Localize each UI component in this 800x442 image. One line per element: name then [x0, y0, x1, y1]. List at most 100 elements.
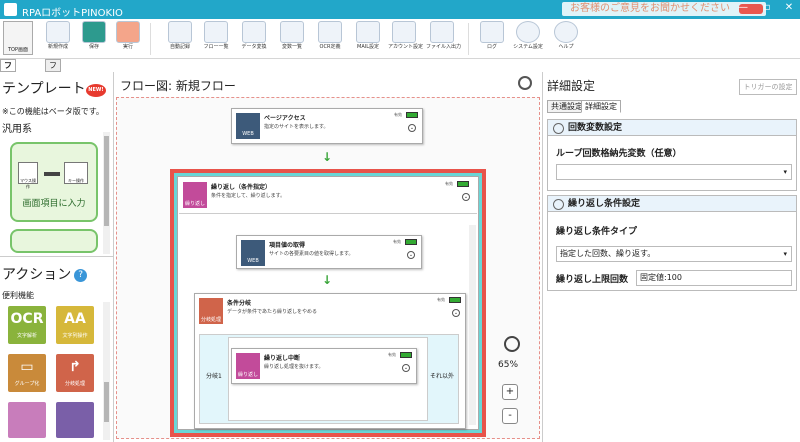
search-icon[interactable]: [518, 76, 532, 90]
dropdown-arrow-icon: ▾: [783, 168, 787, 176]
gear-icon: [516, 21, 540, 43]
ribbon-toolbar: TOP画面 新規作成 保存 実行 自動記録 フロー一覧 データ変換 変数一覧 O…: [0, 19, 800, 59]
new-label: 新規作成: [47, 44, 68, 50]
node-break[interactable]: 繰り返し 繰り返し中断 繰り返し処理を抜けます。 有効 ⌄: [231, 348, 417, 384]
section-header[interactable]: 回数変数設定: [548, 120, 796, 136]
template-tile-next[interactable]: [10, 229, 98, 253]
group-action-icon: ▭: [20, 359, 34, 375]
tab-flow-settings[interactable]: フロー設定: [45, 59, 61, 118]
account-settings-button[interactable]: アカウント設定: [388, 21, 423, 58]
log-button[interactable]: ログ: [476, 21, 508, 58]
chevron-down-icon[interactable]: ⌄: [408, 124, 416, 132]
enabled-toggle[interactable]: [405, 239, 417, 245]
condition-type-label: 繰り返し条件タイプ: [556, 227, 638, 237]
arrow-down-icon: ↓: [322, 273, 333, 287]
trigger-settings-button[interactable]: トリガーの設定: [739, 79, 797, 95]
condition-type-value: 指定した回数、繰り返す。: [560, 249, 656, 258]
action-string[interactable]: AA 文字列操作: [56, 306, 94, 344]
new-button[interactable]: 新規作成: [42, 21, 74, 58]
section-title: 繰り返し条件設定: [568, 199, 641, 209]
app-logo-icon: [4, 3, 17, 16]
run-button[interactable]: 実行: [112, 21, 144, 58]
close-button[interactable]: ✕: [778, 2, 800, 17]
action-branch[interactable]: ↱ 分岐処理: [56, 354, 94, 392]
action-group[interactable]: ▭ グループ化: [8, 354, 46, 392]
action-scrollbar[interactable]: [103, 302, 110, 440]
node-title: 繰り返し（条件指定）: [211, 184, 272, 191]
loop-condition-section: 繰り返し条件設定 繰り返し条件タイプ 指定した回数、繰り返す。 ▾ 繰り返し上限回…: [547, 195, 797, 291]
flow-list-button[interactable]: フロー一覧: [200, 21, 232, 58]
loop-var-select[interactable]: ▾: [556, 164, 792, 180]
mail-settings-button[interactable]: MAIL設定: [352, 21, 384, 58]
data-convert-button[interactable]: データ変換: [238, 21, 270, 58]
help-button[interactable]: ヘルプ: [550, 21, 582, 58]
right-pane: 詳細設定 トリガーの設定 共通設定 詳細設定 回数変数設定 ループ回数格納先変数…: [542, 72, 800, 442]
top-screen-label: TOP画面: [7, 47, 28, 53]
title-bar: RPAロボットPINOKIO お客様のご意見をお聞かせください — ▫ ✕: [0, 0, 800, 19]
enabled-label: 有効: [445, 181, 453, 186]
node-loop[interactable]: 繰り返し 繰り返し（条件指定） 条件を指定して、繰り返します。 有効 ⌄: [179, 178, 477, 214]
template-header: テンプレート NEW!: [2, 78, 110, 98]
left-pane: テンプレート NEW! ※この機能はベータ版です。 汎用系 マウス操作 キー操作…: [0, 72, 114, 442]
minimize-button[interactable]: —: [732, 2, 754, 17]
tile-sub-label-1: マウス操作: [20, 178, 36, 189]
branch-lane: 繰り返し 繰り返し中断 繰り返し処理を抜けます。 有効 ⌄: [228, 337, 428, 421]
ocr-action-icon: OCR: [10, 311, 44, 327]
run-label: 実行: [122, 44, 133, 50]
log-icon: [480, 21, 504, 43]
top-screen-button[interactable]: TOP画面: [3, 21, 33, 55]
tab-detail-settings[interactable]: 詳細設定: [581, 100, 621, 113]
chevron-down-icon[interactable]: ⌄: [462, 193, 470, 201]
branch-area: 分岐1 それ以外 繰り返し 繰り返し中断 繰り返し処理を抜けます。 有効 ⌄: [199, 334, 459, 424]
enabled-toggle[interactable]: [457, 181, 469, 187]
chevron-up-icon[interactable]: [504, 336, 520, 352]
tab-flow-create[interactable]: フロー作成: [0, 59, 16, 118]
node-condition[interactable]: 分岐処理 条件分岐 データが条件であたら繰り返しをやめる 有効 ⌄ 分岐1 それ…: [194, 293, 466, 429]
enabled-label: 有効: [388, 352, 396, 357]
limit-input[interactable]: 固定値:100: [636, 270, 792, 286]
file-io-button[interactable]: ファイル入出力: [426, 21, 461, 58]
zoom-out-button[interactable]: -: [502, 408, 518, 424]
mail-icon: [356, 21, 380, 43]
template-scrollbar[interactable]: [103, 132, 110, 254]
loop-scrollbar[interactable]: [469, 225, 476, 425]
chevron-down-icon[interactable]: ⌄: [452, 309, 460, 317]
run-icon: [116, 21, 140, 43]
loop-container[interactable]: 繰り返し 繰り返し（条件指定） 条件を指定して、繰り返します。 有効 ⌄ WEB…: [170, 169, 486, 437]
action-ocr[interactable]: OCR 文字解析: [8, 306, 46, 344]
maximize-button[interactable]: ▫: [756, 2, 778, 17]
auto-record-button[interactable]: 自動記録: [164, 21, 196, 58]
mouse-icon: マウス操作: [18, 162, 38, 189]
action-window[interactable]: [56, 402, 94, 438]
mail-settings-label: MAIL設定: [357, 44, 379, 50]
node-page-access[interactable]: WEB ページアクセス 指定のサイトを表示します。 有効 ⌄: [231, 108, 423, 144]
template-scroll-thumb[interactable]: [104, 136, 109, 226]
action-loop[interactable]: [8, 402, 46, 438]
enabled-toggle[interactable]: [400, 352, 412, 358]
section-header[interactable]: 繰り返し条件設定: [548, 196, 796, 212]
section-title: 回数変数設定: [568, 123, 623, 133]
node-get-value[interactable]: WEB 項目値の取得 サイトの各要素目の値を取得します。 有効 ⌄: [236, 235, 422, 269]
save-button[interactable]: 保存: [78, 21, 110, 58]
save-label: 保存: [88, 44, 99, 50]
variables-button[interactable]: 変数一覧: [276, 21, 308, 58]
system-settings-button[interactable]: システム設定: [512, 21, 544, 58]
branch1-label: 分岐1: [206, 373, 222, 380]
template-category: 汎用系: [2, 124, 32, 135]
flow-canvas[interactable]: WEB ページアクセス 指定のサイトを表示します。 有効 ⌄ ↓ 繰り返し 繰り…: [116, 97, 540, 439]
beta-note: ※この機能はベータ版です。: [2, 107, 104, 116]
detail-settings-title: 詳細設定: [547, 79, 596, 93]
enabled-toggle[interactable]: [449, 297, 461, 303]
zoom-in-button[interactable]: +: [502, 384, 518, 400]
branch-icon: 分岐処理: [199, 298, 223, 324]
help-circle-icon[interactable]: ?: [74, 269, 88, 282]
chevron-down-icon[interactable]: ⌄: [407, 251, 415, 259]
condition-type-select[interactable]: 指定した回数、繰り返す。 ▾: [556, 246, 792, 262]
keyboard-icon: キー操作: [64, 162, 88, 184]
template-tile-input[interactable]: マウス操作 キー操作 画面項目に入力: [10, 142, 98, 222]
action-scroll-thumb[interactable]: [104, 382, 109, 422]
ocr-definition-button[interactable]: OCR定義: [314, 21, 346, 58]
chevron-down-icon[interactable]: ⌄: [402, 364, 410, 372]
enabled-toggle[interactable]: [406, 112, 418, 118]
arrow-icon: [44, 172, 60, 176]
